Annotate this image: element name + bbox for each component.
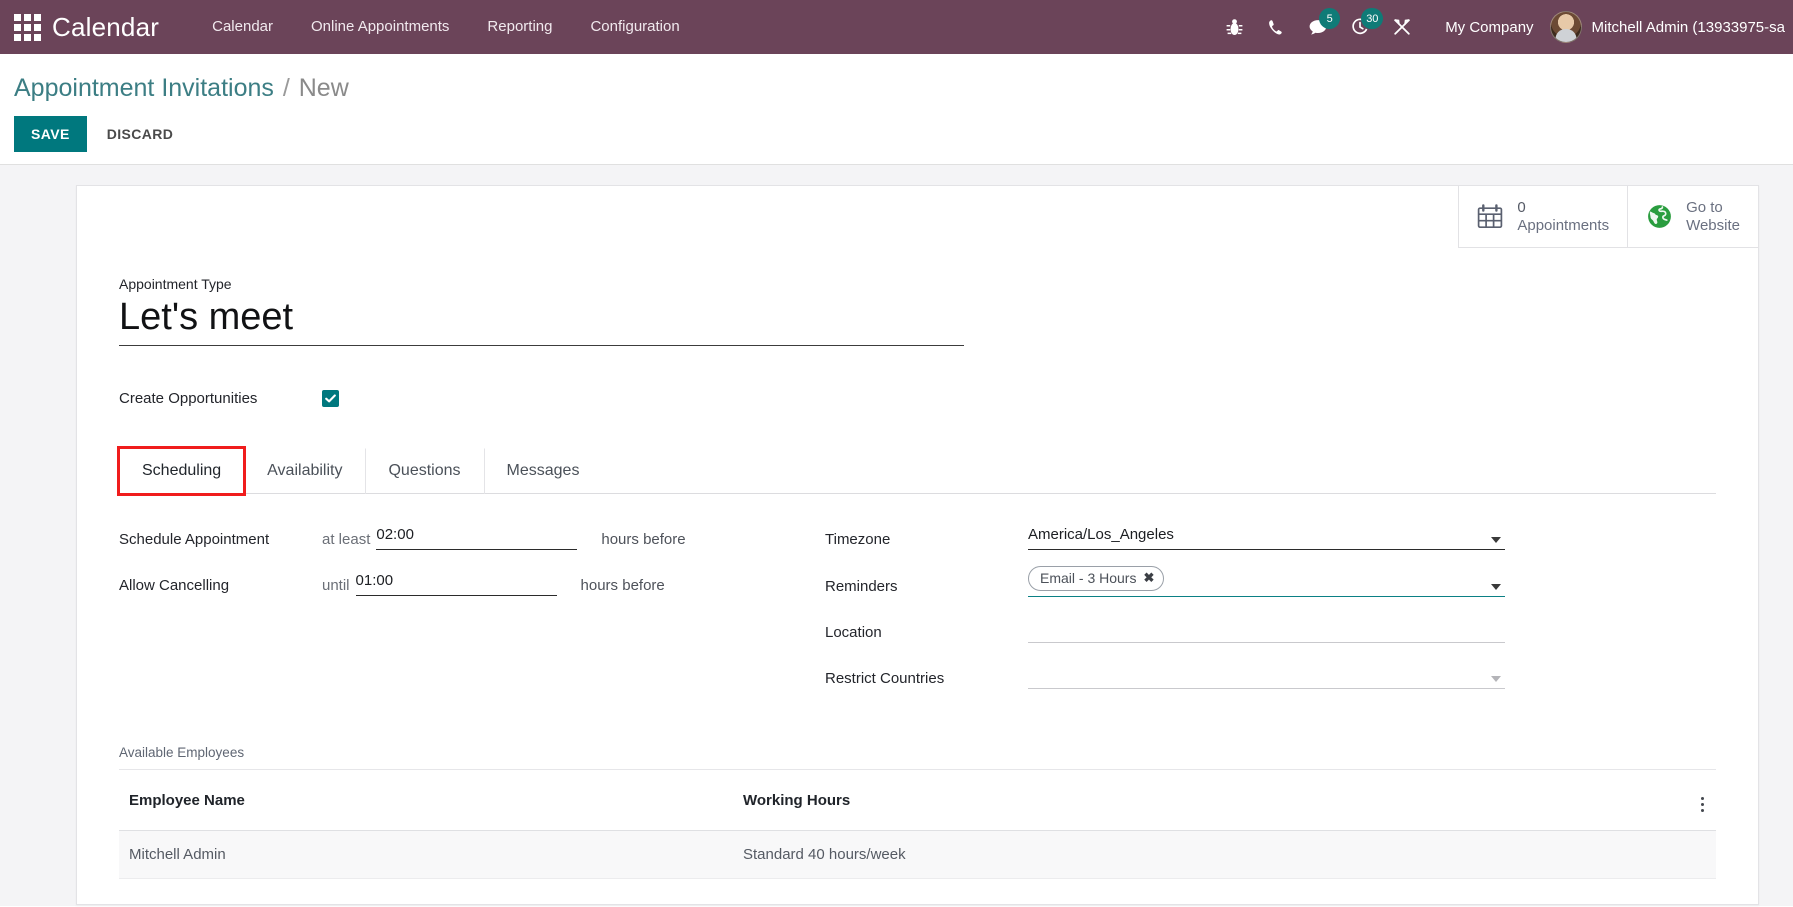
location-row: Location [825,613,1505,644]
smart-button-box: 0 Appointments Go to Website [77,186,1758,249]
restrict-countries-row: Restrict Countries [825,659,1505,690]
activities-clock-icon[interactable]: 30 [1339,0,1384,54]
allow-cancelling-suffix: hours before [580,577,665,595]
cell-working-hours[interactable]: Standard 40 hours/week [733,830,1676,880]
user-name-label: Mitchell Admin (13933975-sa [1591,18,1785,36]
reminders-tags-field[interactable]: Email - 3 Hours ✖ [1028,566,1505,598]
appointments-label: Appointments [1517,216,1610,234]
available-employees-table: Employee Name Working Hours Mitchell Adm… [119,770,1716,880]
appointments-stat-button[interactable]: 0 Appointments [1458,186,1628,249]
calendar-icon [1475,204,1505,229]
discard-button[interactable]: DISCARD [93,116,188,152]
table-header-row: Employee Name Working Hours [119,770,1716,832]
reminders-label: Reminders [825,578,898,596]
cell-employee-name[interactable]: Mitchell Admin [119,830,733,880]
restrict-countries-label: Restrict Countries [825,670,945,688]
save-button[interactable]: SAVE [14,116,87,152]
available-employees-title: Available Employees [119,745,1716,771]
menu-item-configuration[interactable]: Configuration [571,0,698,54]
scheduling-tab-pane: Schedule Appointment at least hours befo… [119,494,1716,705]
vertical-dots-icon[interactable] [1697,795,1708,814]
app-brand-calendar[interactable]: Calendar [52,12,159,43]
bug-icon[interactable] [1213,0,1255,54]
close-icon[interactable]: ✖ [1143,569,1154,587]
company-switcher[interactable]: My Company [1423,19,1549,36]
available-employees-section: Available Employees Employee Name Workin… [77,715,1758,880]
breadcrumb-current: New [298,74,349,102]
create-opportunities-label: Create Opportunities [119,390,258,408]
appointments-count: 0 [1517,199,1526,216]
timezone-label: Timezone [825,531,891,549]
allow-cancelling-prefix: until [322,577,350,595]
reminder-tag-label: Email - 3 Hours [1040,570,1137,587]
reminders-row: Reminders Email - 3 Hours ✖ [825,566,1505,598]
create-opportunities-checkbox[interactable] [322,390,339,408]
top-navbar: Calendar Calendar Online Appointments Re… [0,0,1793,54]
tab-messages[interactable]: Messages [483,448,603,495]
navbar-systray: 5 30 My Company Mitchell Admin (13933975… [1213,0,1793,54]
timezone-row: Timezone [825,520,1505,551]
table-row[interactable]: Mitchell Admin Standard 40 hours/week [119,830,1716,880]
tab-availability[interactable]: Availability [244,448,365,495]
menu-item-online-appointments[interactable]: Online Appointments [292,0,468,54]
allow-cancelling-input[interactable] [355,571,557,597]
avatar [1549,11,1582,43]
user-menu[interactable]: Mitchell Admin (13933975-sa [1549,11,1793,43]
schedule-appointment-row: Schedule Appointment at least hours befo… [119,520,825,551]
cell-row-actions [1676,830,1716,880]
scheduling-left-column: Schedule Appointment at least hours befo… [119,520,825,705]
developer-tools-icon[interactable] [1381,0,1423,54]
timezone-select[interactable] [1028,525,1505,551]
optional-columns-dropdown[interactable] [1676,770,1716,832]
breadcrumb-separator: / [282,74,290,102]
schedule-appointment-label: Schedule Appointment [119,531,270,549]
tab-questions[interactable]: Questions [365,448,483,495]
restrict-countries-input[interactable] [1028,664,1505,690]
messages-icon[interactable]: 5 [1297,0,1341,54]
go-to-website-line2: Website [1686,216,1740,234]
create-opportunities-row: Create Opportunities [119,390,1716,408]
breadcrumb-parent[interactable]: Appointment Invitations [14,74,274,102]
location-label: Location [825,624,882,642]
reminder-tag[interactable]: Email - 3 Hours ✖ [1028,566,1165,592]
column-header-employee-name[interactable]: Employee Name [119,770,733,832]
phone-icon[interactable] [1255,0,1297,54]
activities-badge: 30 [1361,8,1384,29]
apps-grid-icon[interactable] [10,10,44,44]
schedule-appointment-prefix: at least [322,531,371,549]
control-panel: Appointment Invitations / New SAVE DISCA… [0,54,1793,165]
breadcrumb: Appointment Invitations / New [0,68,1793,103]
allow-cancelling-row: Allow Cancelling until hours before [119,566,825,597]
tab-scheduling[interactable]: Scheduling [116,446,247,497]
schedule-appointment-suffix: hours before [601,531,686,549]
sheet-wrapper: 0 Appointments Go to Website Appointment… [0,185,1793,906]
schedule-appointment-input[interactable] [376,525,578,551]
menu-item-calendar[interactable]: Calendar [193,0,292,54]
globe-icon [1644,204,1674,229]
messages-badge: 5 [1319,8,1341,29]
menu-item-reporting[interactable]: Reporting [468,0,571,54]
go-to-website-line1: Go to [1686,199,1723,216]
appointment-type-label: Appointment Type [119,276,232,293]
allow-cancelling-label: Allow Cancelling [119,577,230,595]
main-menu: Calendar Online Appointments Reporting C… [193,0,699,54]
column-header-working-hours[interactable]: Working Hours [733,770,1676,832]
go-to-website-button[interactable]: Go to Website [1627,186,1758,249]
content-area: 0 Appointments Go to Website Appointment… [0,165,1793,906]
notebook-tabs: Scheduling Availability Questions Messag… [116,446,1716,497]
control-panel-buttons: SAVE DISCARD [0,103,1793,164]
form-body: Appointment Type Create Opportunities Sc… [77,248,1758,715]
form-sheet: 0 Appointments Go to Website Appointment… [76,185,1759,905]
scheduling-right-column: Timezone Reminders Email [825,520,1505,705]
location-input[interactable] [1028,618,1505,644]
appointment-type-input[interactable] [119,294,964,347]
